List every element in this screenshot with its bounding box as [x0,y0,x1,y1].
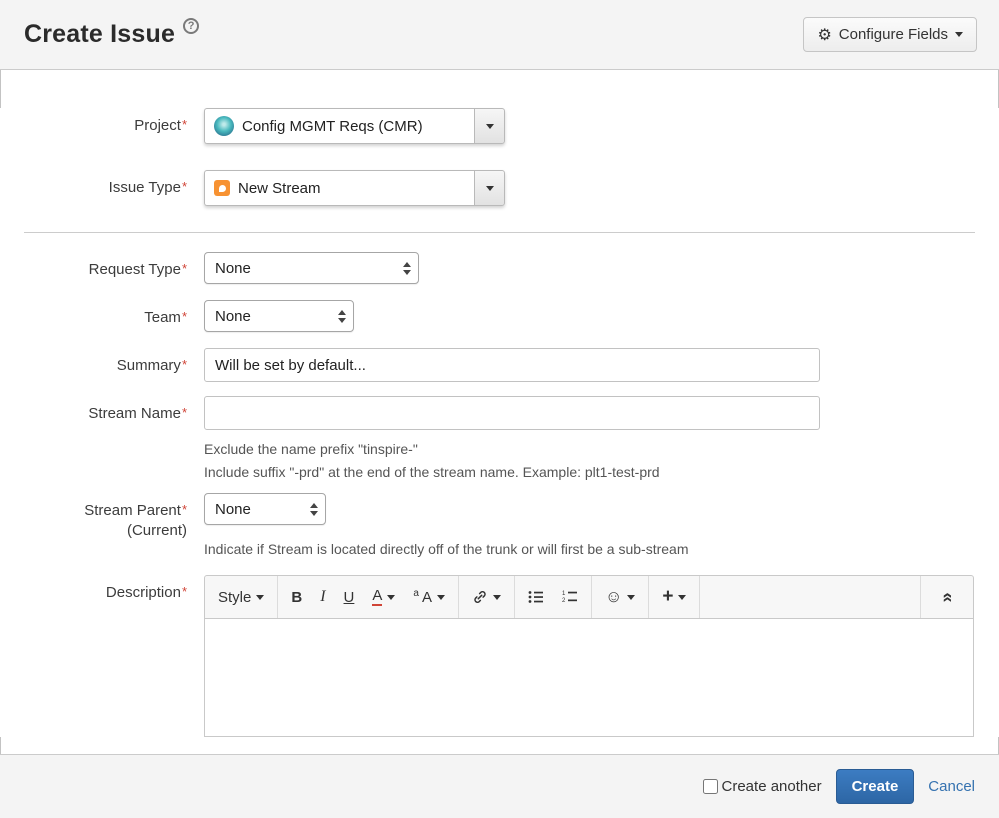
caret-down-icon [493,595,501,600]
stream-parent-select[interactable]: None [204,493,326,525]
create-another-checkbox[interactable] [703,779,718,794]
stream-name-row: Stream Name* Exclude the name prefix "ti… [0,396,999,480]
caret-down-icon [437,595,445,600]
stream-parent-label: Stream Parent* (Current) [0,493,196,557]
caret-down-icon [627,595,635,600]
caret-down-icon [256,595,264,600]
toolbar-spacer [700,576,920,618]
gear-icon: ⚙ [817,25,831,45]
issue-type-select-field[interactable]: New Stream [204,170,474,206]
description-toolbar: Style B I U A a A [204,575,974,619]
team-select-value: None [215,308,251,325]
select-spinner-icon [338,310,346,323]
required-asterisk: * [182,309,187,324]
required-asterisk: * [182,357,187,372]
issue-type-row: Issue Type* New Stream [0,170,999,206]
summary-row: Summary* [0,348,999,382]
required-asterisk: * [182,584,187,599]
caret-down-icon [955,32,963,37]
create-issue-dialog: Create Issue ? ⚙ Configure Fields Projec… [0,0,999,818]
plus-icon: + [662,586,673,608]
bullet-list-button[interactable] [519,584,553,610]
project-select-value: Config MGMT Reqs (CMR) [242,118,423,135]
numbered-list-button[interactable]: 1 2 [553,584,587,610]
help-icon[interactable]: ? [183,18,199,34]
description-row: Description* Style B I U A [0,575,999,737]
link-icon [472,589,488,605]
required-asterisk: * [182,502,187,517]
issue-type-select-value: New Stream [238,180,321,197]
style-dropdown[interactable]: Style [209,583,273,612]
required-asterisk: * [182,261,187,276]
link-button[interactable] [463,583,510,611]
issue-type-icon [214,180,230,196]
project-avatar-icon [214,116,234,136]
issue-type-select-dropdown-button[interactable] [474,170,505,206]
summary-input[interactable] [204,348,820,382]
page-title: Create Issue [24,20,175,49]
issue-type-select[interactable]: New Stream [204,170,505,206]
stream-parent-label-suffix: (Current) [127,522,187,539]
dialog-header: Create Issue ? ⚙ Configure Fields [0,0,999,70]
required-asterisk: * [182,179,187,194]
svg-text:2: 2 [562,598,566,604]
bullet-list-icon [528,590,544,604]
caret-down-icon [486,124,494,129]
create-another-label: Create another [722,778,822,795]
select-spinner-icon [403,262,411,275]
stream-name-help-2: Include suffix "-prd" at the end of the … [204,464,820,480]
emoji-icon: ☺ [605,587,622,607]
request-type-row: Request Type* None [0,252,999,284]
required-asterisk: * [182,117,187,132]
collapse-toolbar-button[interactable]: » [933,581,961,614]
stream-parent-row: Stream Parent* (Current) None Indicate i… [0,493,999,557]
caret-down-icon [486,186,494,191]
description-label: Description* [0,575,196,737]
stream-name-label: Stream Name* [0,396,196,480]
collapse-chevron-icon: » [936,592,957,602]
summary-label: Summary* [0,348,196,382]
caret-down-icon [387,595,395,600]
section-divider [24,232,975,233]
create-another-group: Create another [703,778,822,795]
request-type-select-value: None [215,260,251,277]
caret-down-icon [678,595,686,600]
project-label: Project* [0,108,196,144]
stream-name-help-1: Exclude the name prefix "tinspire-" [204,441,820,457]
select-spinner-icon [310,503,318,516]
project-select-dropdown-button[interactable] [474,108,505,144]
form-body: Project* Config MGMT Reqs (CMR) Issue Ty… [0,108,999,737]
team-label: Team* [0,300,196,332]
more-formatting-button[interactable]: a A [404,583,454,612]
required-asterisk: * [182,405,187,420]
svg-text:1: 1 [562,591,566,597]
project-row: Project* Config MGMT Reqs (CMR) [0,108,999,144]
cancel-link[interactable]: Cancel [928,778,975,795]
insert-more-button[interactable]: + [653,580,695,614]
text-color-button[interactable]: A [363,582,404,612]
italic-button[interactable]: I [311,582,334,612]
project-select-field[interactable]: Config MGMT Reqs (CMR) [204,108,474,144]
numbered-list-icon: 1 2 [562,590,578,604]
issue-type-label: Issue Type* [0,170,196,206]
configure-fields-button[interactable]: ⚙ Configure Fields [803,17,977,52]
create-button[interactable]: Create [836,769,915,804]
bold-button[interactable]: B [282,583,311,612]
emoji-button[interactable]: ☺ [596,581,644,613]
stream-parent-select-value: None [215,501,251,518]
description-editor[interactable] [204,619,974,737]
stream-parent-help: Indicate if Stream is located directly o… [204,541,689,557]
request-type-select[interactable]: None [204,252,419,284]
team-row: Team* None [0,300,999,332]
dialog-footer: Create another Create Cancel [0,754,999,818]
team-select[interactable]: None [204,300,354,332]
request-type-label: Request Type* [0,252,196,284]
underline-button[interactable]: U [335,583,364,612]
stream-name-input[interactable] [204,396,820,430]
project-select[interactable]: Config MGMT Reqs (CMR) [204,108,505,144]
configure-fields-label: Configure Fields [839,26,948,43]
